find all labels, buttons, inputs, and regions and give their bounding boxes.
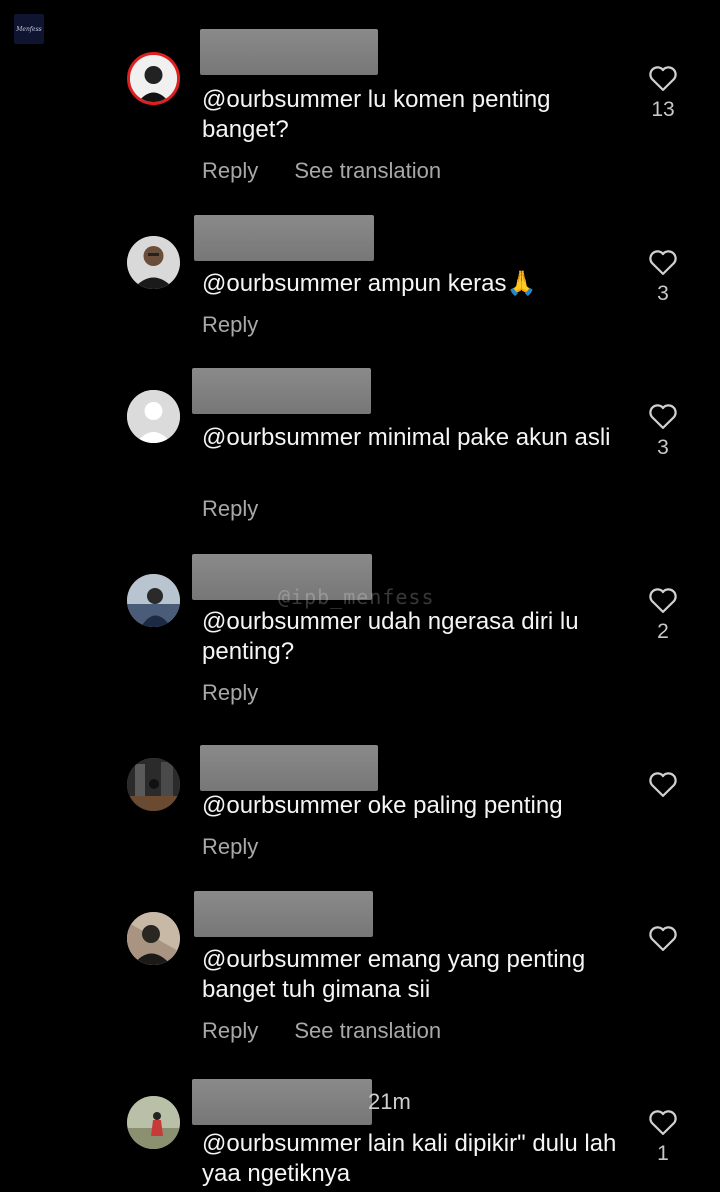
comment-timestamp: 21m (368, 1089, 411, 1114)
like-control: 1 (640, 1108, 686, 1166)
like-control: 13 (640, 64, 686, 122)
reply-button[interactable]: Reply (202, 680, 258, 705)
redacted-username (194, 215, 374, 261)
like-control (640, 924, 686, 958)
redacted-username (200, 745, 378, 791)
default-profile-icon (127, 390, 180, 443)
avatar[interactable] (127, 236, 180, 289)
like-control: 3 (640, 248, 686, 306)
redacted-username (194, 891, 373, 937)
like-control: 2 (640, 586, 686, 644)
reply-button[interactable]: Reply (202, 496, 258, 521)
like-count: 2 (657, 620, 669, 643)
heart-icon[interactable] (648, 248, 678, 276)
like-count: 3 (657, 436, 669, 459)
comment-actions: Reply (202, 312, 288, 338)
heart-icon[interactable] (648, 402, 678, 430)
reply-button[interactable]: Reply (202, 158, 258, 183)
app-logo: Menfess (14, 14, 44, 44)
comment-text: @ourbsummer udah ngerasa diri lu penting… (202, 608, 579, 665)
redacted-username (200, 29, 378, 75)
comment-text: @ourbsummer ampun keras🙏 (202, 270, 537, 297)
comment-actions: Reply See translation (202, 158, 471, 184)
watermark: @ipb_menfess (278, 585, 435, 609)
see-translation-button[interactable]: See translation (294, 1018, 441, 1043)
avatar[interactable] (127, 758, 180, 811)
avatar[interactable] (127, 390, 180, 443)
avatar[interactable] (127, 52, 180, 105)
see-translation-button[interactable]: See translation (294, 158, 441, 183)
heart-icon[interactable] (648, 64, 678, 92)
comment-actions: Reply (202, 496, 288, 522)
avatar[interactable] (127, 912, 180, 965)
heart-icon[interactable] (648, 586, 678, 614)
reply-button[interactable]: Reply (202, 834, 258, 859)
avatar[interactable] (127, 1096, 180, 1149)
like-count: 13 (651, 98, 675, 121)
like-control: 3 (640, 402, 686, 460)
like-count: 3 (657, 282, 669, 305)
heart-icon[interactable] (648, 770, 678, 798)
reply-button[interactable]: Reply (202, 312, 258, 337)
comment-text: @ourbsummer lain kali dipikir" dulu lah … (202, 1130, 617, 1187)
heart-icon[interactable] (648, 1108, 678, 1136)
reply-button[interactable]: Reply (202, 1018, 258, 1043)
comment-actions: Reply (202, 680, 288, 706)
comment-text: @ourbsummer lu komen penting banget? (202, 86, 551, 143)
like-control (640, 770, 686, 804)
comment-actions: Reply (202, 834, 288, 860)
comment-text: @ourbsummer minimal pake akun asli (202, 424, 611, 451)
like-count: 1 (657, 1142, 669, 1165)
redacted-username (192, 368, 371, 414)
comment-text: @ourbsummer emang yang penting banget tu… (202, 946, 586, 1003)
avatar[interactable] (127, 574, 180, 627)
redacted-username (192, 1079, 372, 1125)
comment-actions: Reply See translation (202, 1018, 471, 1044)
comment-text: @ourbsummer oke paling penting (202, 792, 563, 819)
heart-icon[interactable] (648, 924, 678, 952)
